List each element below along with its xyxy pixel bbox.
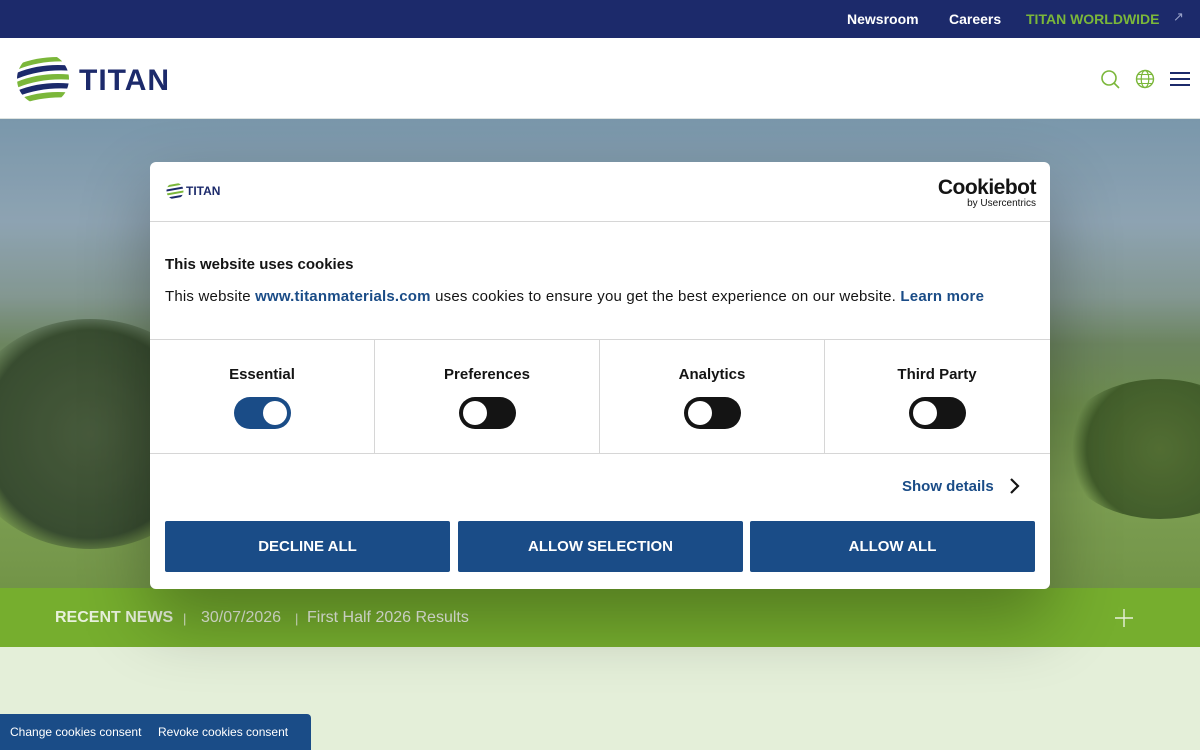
newsroom-link[interactable]: Newsroom <box>847 11 919 27</box>
dialog-logo-mark <box>166 182 184 200</box>
cookiebot-logo[interactable]: Cookiebot by Usercentrics <box>932 176 1037 210</box>
category-third-party: Third Party <box>825 340 1049 453</box>
news-separator: | <box>183 611 187 626</box>
recent-news-bar: RECENT NEWS | 30/07/2026 | First Half 20… <box>0 588 1200 647</box>
cookie-consent-dialog: TITAN Cookiebot by Usercentrics This web… <box>150 162 1050 589</box>
titan-logo[interactable]: TITAN <box>16 52 206 106</box>
cookie-consent-tab: Change cookies consent Revoke cookies co… <box>0 714 311 750</box>
toggle-knob <box>463 401 487 425</box>
dialog-header: TITAN Cookiebot by Usercentrics <box>150 162 1050 222</box>
show-details-link[interactable]: Show details <box>902 478 994 495</box>
allow-all-button[interactable]: ALLOW ALL <box>750 521 1035 572</box>
cookiebot-subtitle: by Usercentrics <box>967 198 1036 209</box>
toggle-knob <box>913 401 937 425</box>
change-consent-link[interactable]: Change cookies consent <box>10 725 141 739</box>
recent-news-title: RECENT NEWS <box>55 609 174 626</box>
toggle-knob <box>688 401 712 425</box>
learn-more-link[interactable]: Learn more <box>900 288 984 305</box>
category-label: Analytics <box>678 366 746 383</box>
category-analytics: Analytics <box>600 340 825 453</box>
third-party-toggle[interactable] <box>909 397 966 429</box>
site-header: TITAN <box>0 38 1200 119</box>
description-text: uses cookies to ensure you get the best … <box>430 288 901 305</box>
dialog-description: This website www.titanmaterials.com uses… <box>165 288 984 305</box>
toggle-knob <box>263 401 287 425</box>
logo-wordmark: TITAN <box>79 64 171 97</box>
cookiebot-wordmark: Cookiebot <box>937 176 1037 199</box>
chevron-right-icon[interactable] <box>1008 477 1022 495</box>
description-text: This website <box>165 288 256 305</box>
decline-all-button[interactable]: DECLINE ALL <box>165 521 450 572</box>
search-icon[interactable] <box>1099 68 1121 90</box>
revoke-consent-link[interactable]: Revoke cookies consent <box>158 725 288 739</box>
analytics-toggle[interactable] <box>684 397 741 429</box>
titan-logo-mark <box>17 57 69 105</box>
category-label: Third Party <box>897 366 977 383</box>
preferences-toggle[interactable] <box>459 397 516 429</box>
cookie-categories: Essential Preferences Analytics Third Pa… <box>150 339 1050 454</box>
allow-selection-button[interactable]: ALLOW SELECTION <box>458 521 743 572</box>
top-utility-bar: Newsroom Careers TITAN WORLDWIDE ↗ <box>0 0 1200 38</box>
site-link[interactable]: www.titanmaterials.com <box>255 288 431 305</box>
essential-toggle[interactable] <box>234 397 291 429</box>
news-date: 30/07/2026 <box>201 609 282 626</box>
category-label: Preferences <box>444 366 530 383</box>
news-separator: | <box>295 611 299 626</box>
dialog-logo-wordmark: TITAN <box>186 184 221 198</box>
category-essential: Essential <box>150 340 375 453</box>
news-item-link[interactable]: First Half 2026 Results <box>307 609 469 627</box>
dialog-titan-logo: TITAN <box>166 180 246 202</box>
category-label: Essential <box>229 366 295 383</box>
expand-plus-icon[interactable] <box>1115 609 1133 627</box>
external-arrow-icon: ↗ <box>1173 9 1184 24</box>
careers-link[interactable]: Careers <box>949 11 1001 27</box>
titan-worldwide-link[interactable]: TITAN WORLDWIDE <box>1026 11 1160 27</box>
category-preferences: Preferences <box>375 340 600 453</box>
menu-icon[interactable] <box>1169 68 1191 90</box>
globe-icon[interactable] <box>1134 68 1156 90</box>
dialog-title: This website uses cookies <box>165 256 354 273</box>
